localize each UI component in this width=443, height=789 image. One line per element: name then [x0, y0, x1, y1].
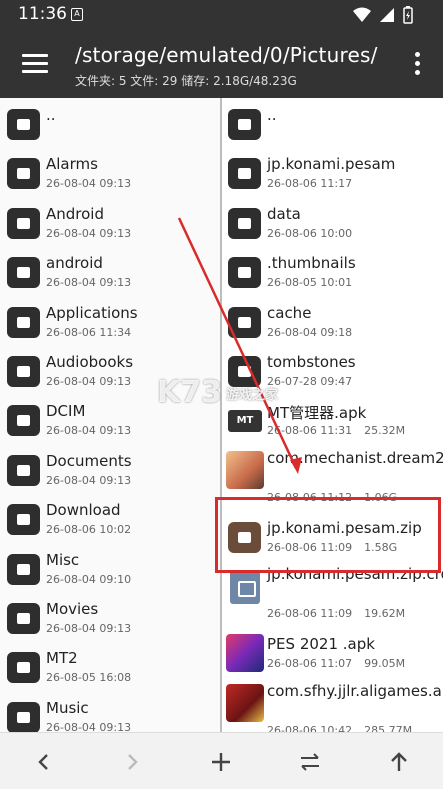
watermark: K73 游戏之家 — [157, 375, 279, 410]
swap-panes-icon[interactable] — [298, 750, 322, 774]
forward-icon[interactable] — [120, 750, 144, 774]
bottom-toolbar — [0, 732, 443, 789]
up-directory-icon[interactable] — [387, 750, 411, 774]
highlight-box — [215, 497, 441, 573]
add-icon[interactable] — [209, 750, 233, 774]
back-icon[interactable] — [32, 750, 56, 774]
